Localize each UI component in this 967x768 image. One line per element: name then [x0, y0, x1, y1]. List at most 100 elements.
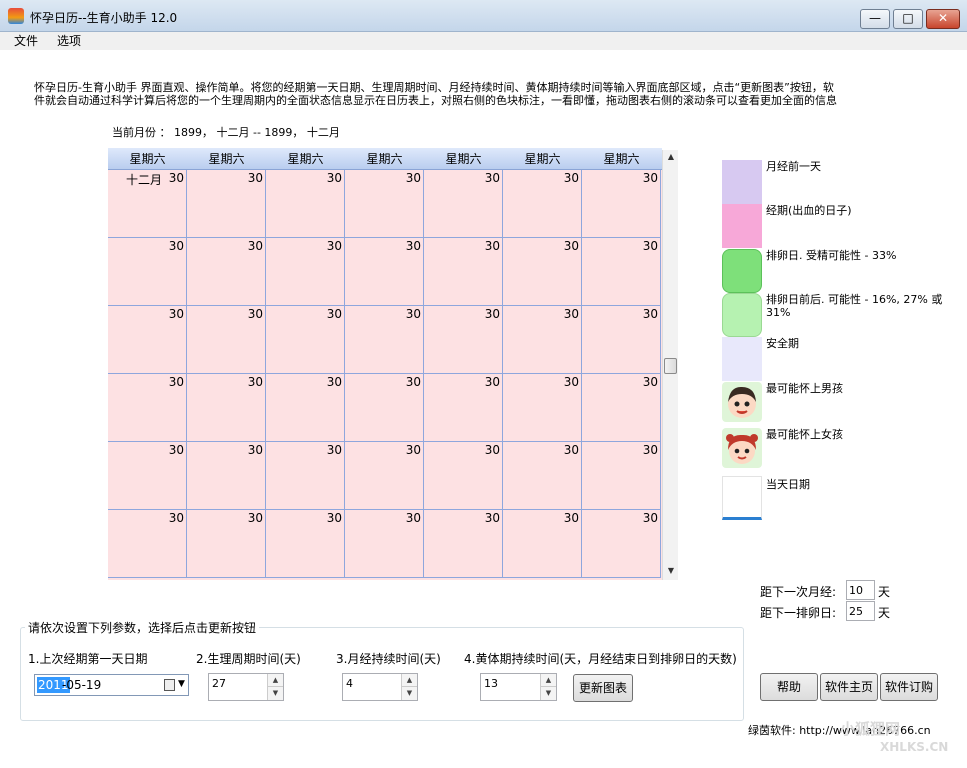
last-period-date-picker[interactable]: 2011 -05-19 ▼ [34, 674, 189, 696]
calendar-grid[interactable]: 星期六 星期六 星期六 星期六 星期六 星期六 星期六 十二月 30 30 30 30 30 30 30 3… [108, 148, 662, 580]
chevron-down-icon[interactable]: ▼ [178, 679, 185, 689]
legend-label-pre-period: 月经前一天 [766, 160, 821, 173]
legend-swatch-today [722, 476, 762, 520]
calendar-day-cell[interactable]: 30 [187, 170, 266, 238]
calendar-day-number: 30 [405, 511, 421, 525]
current-month-label: 当前月份 ： 1899， 十二月 -- 1899， 十二月 [112, 126, 340, 139]
calendar-day-cell[interactable]: 30 [503, 170, 582, 238]
calendar-day-cell[interactable]: 30 [108, 442, 187, 510]
maximize-button[interactable]: □ [893, 9, 923, 29]
calendar-day-number: 30 [563, 239, 579, 253]
calendar-day-cell[interactable]: 30 [582, 306, 661, 374]
watermark: 小狐狸网 [840, 720, 901, 738]
stepper-down-icon[interactable]: ▼ [540, 687, 556, 700]
legend-label-today: 当天日期 [766, 478, 810, 491]
stepper-up-icon[interactable]: ▲ [540, 674, 556, 687]
calendar-day-cell[interactable]: 30 [187, 238, 266, 306]
scroll-down-icon[interactable]: ▼ [665, 566, 677, 578]
calendar-day-cell[interactable]: 30 [582, 374, 661, 442]
calendar-day-cell[interactable]: 30 [108, 374, 187, 442]
calendar-day-cell[interactable]: 30 [345, 238, 424, 306]
cycle-length-label: 2.生理周期时间(天) [196, 652, 301, 666]
calendar-day-cell[interactable]: 30 [503, 306, 582, 374]
calendar-day-cell[interactable]: 30 [503, 510, 582, 578]
calendar-day-cell[interactable]: 30 [187, 374, 266, 442]
calendar-day-cell[interactable]: 30 [266, 170, 345, 238]
stepper-up-icon[interactable]: ▲ [401, 674, 417, 687]
calendar-day-cell[interactable]: 30 [108, 306, 187, 374]
calendar-day-cell[interactable]: 30 [266, 374, 345, 442]
calendar-day-cell[interactable]: 30 [424, 510, 503, 578]
luteal-length-value: 13 [484, 677, 498, 690]
period-duration-stepper[interactable]: 4 ▲ ▼ [342, 673, 418, 701]
calendar-day-number: 30 [326, 443, 342, 457]
legend-swatch-pre-period [722, 160, 762, 204]
scroll-thumb[interactable] [664, 358, 677, 374]
calendar-day-cell[interactable]: 十二月 30 [108, 170, 187, 238]
update-chart-button[interactable]: 更新图表 [573, 674, 633, 702]
calendar-day-cell[interactable]: 30 [503, 238, 582, 306]
help-button[interactable]: 帮助 [760, 673, 818, 701]
close-button[interactable]: ✕ [926, 9, 960, 29]
title-bar: 怀孕日历--生育小助手 12.0 — □ ✕ [0, 0, 967, 32]
app-icon [8, 8, 24, 24]
calendar-day-number: 30 [642, 307, 658, 321]
menu-options[interactable]: 选项 [55, 32, 83, 49]
scroll-up-icon[interactable]: ▲ [665, 152, 677, 164]
minimize-button[interactable]: — [860, 9, 890, 29]
calendar-day-cell[interactable]: 30 [266, 510, 345, 578]
calendar-day-cell[interactable]: 30 [345, 306, 424, 374]
calendar-day-cell[interactable]: 30 [266, 238, 345, 306]
calendar-day-cell[interactable]: 30 [345, 442, 424, 510]
calendar-day-cell[interactable]: 30 [187, 442, 266, 510]
calendar-day-cell[interactable]: 30 [424, 442, 503, 510]
calendar-day-cell[interactable]: 30 [266, 442, 345, 510]
calendar-day-number: 30 [247, 511, 263, 525]
calendar-day-cell[interactable]: 30 [345, 170, 424, 238]
calendar-day-number: 30 [326, 375, 342, 389]
stepper-up-icon[interactable]: ▲ [267, 674, 283, 687]
calendar-day-cell[interactable]: 30 [503, 374, 582, 442]
homepage-button[interactable]: 软件主页 [820, 673, 878, 701]
stepper-down-icon[interactable]: ▼ [267, 687, 283, 700]
calendar-day-number: 30 [405, 239, 421, 253]
calendar-day-cell[interactable]: 30 [424, 238, 503, 306]
calendar-day-cell[interactable]: 30 [582, 442, 661, 510]
order-button[interactable]: 软件订购 [880, 673, 938, 701]
calendar-day-cell[interactable]: 30 [266, 306, 345, 374]
calendar-scrollbar[interactable]: ▲ ▼ [662, 150, 678, 580]
legend-swatch-ovulation [722, 249, 762, 293]
calendar-month-label: 十二月 [126, 173, 163, 187]
cycle-length-stepper[interactable]: 27 ▲ ▼ [208, 673, 284, 701]
intro-text: 怀孕日历-生育小助手 界面直观、操作简单。将您的经期第一天日期、生理周期时间、月… [34, 81, 837, 107]
calendar-day-cell[interactable]: 30 [424, 374, 503, 442]
calendar-day-cell[interactable]: 30 [187, 306, 266, 374]
calendar-day-cell[interactable]: 30 [424, 170, 503, 238]
legend-swatch-safe [722, 337, 762, 381]
calendar-icon[interactable] [164, 679, 175, 691]
calendar-day-number: 30 [563, 375, 579, 389]
last-period-label: 1.上次经期第一天日期 [28, 652, 148, 666]
luteal-length-stepper[interactable]: 13 ▲ ▼ [480, 673, 557, 701]
menu-file[interactable]: 文件 [12, 32, 40, 49]
calendar-day-cell[interactable]: 30 [582, 238, 661, 306]
calendar-day-number: 30 [642, 171, 658, 185]
calendar-day-cell[interactable]: 30 [345, 510, 424, 578]
calendar-day-cell[interactable]: 30 [503, 442, 582, 510]
cycle-length-value: 27 [212, 677, 226, 690]
calendar-day-number: 30 [563, 307, 579, 321]
calendar-day-cell[interactable]: 30 [108, 238, 187, 306]
calendar-day-cell[interactable]: 30 [187, 510, 266, 578]
calendar-day-cell[interactable]: 30 [345, 374, 424, 442]
calendar-day-number: 30 [326, 239, 342, 253]
calendar-day-cell[interactable]: 30 [424, 306, 503, 374]
date-rest: -05-19 [62, 678, 102, 692]
next-ovulation-field: 25 [846, 601, 875, 621]
calendar-day-cell[interactable]: 30 [582, 170, 661, 238]
stepper-down-icon[interactable]: ▼ [401, 687, 417, 700]
next-ovulation-unit: 天 [878, 606, 891, 620]
calendar-day-cell[interactable]: 30 [108, 510, 187, 578]
calendar-dayname: 星期六 [445, 152, 482, 166]
calendar-day-number: 30 [484, 307, 500, 321]
calendar-day-cell[interactable]: 30 [582, 510, 661, 578]
